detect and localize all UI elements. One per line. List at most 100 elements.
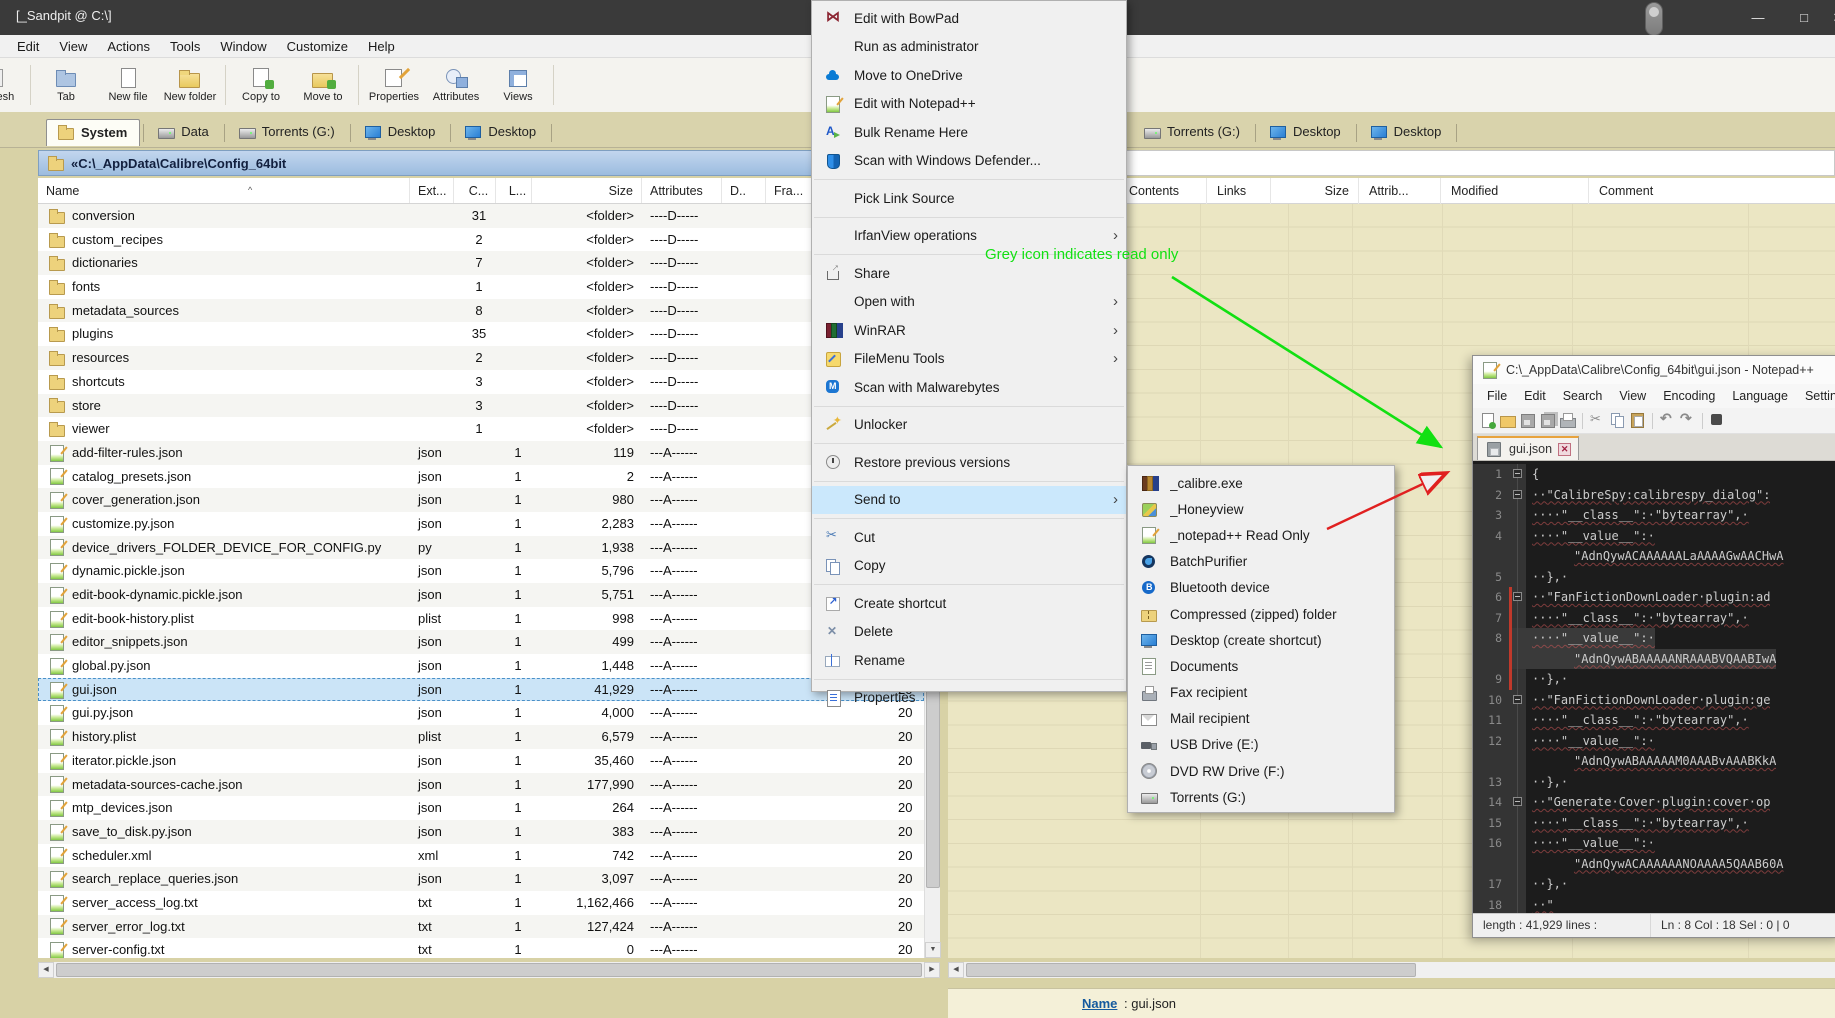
file-row-dynamic-pickle-json[interactable]: dynamic.pickle.json json 1 5,796 ---A------ xyxy=(38,559,924,583)
file-row-metadata-sources[interactable]: metadata_sources 8 <folder> ----D----- xyxy=(38,298,924,323)
fold-box-icon[interactable] xyxy=(1513,489,1522,499)
code-text[interactable]: ····"__class__":·"bytearray",· xyxy=(1526,608,1749,629)
file-row-resources[interactable]: resources 2 <folder> ----D----- xyxy=(38,346,924,370)
column-header-modified[interactable]: Modified xyxy=(1440,178,1498,204)
properties-button[interactable]: Properties xyxy=(363,67,425,103)
column-header-attrib[interactable]: Attrib... xyxy=(1358,178,1409,204)
file-row-conversion[interactable]: conversion 31 <folder> ----D----- xyxy=(38,204,924,228)
notepad-menu-file[interactable]: File xyxy=(1479,387,1515,405)
menu-item-move-to-onedrive[interactable]: Move to OneDrive xyxy=(812,61,1126,90)
menu-item-honeyview[interactable]: _Honeyview xyxy=(1128,496,1394,522)
tab-torrents-g[interactable]: Torrents (G:) xyxy=(228,120,347,146)
column-header-attributes[interactable]: Attributes xyxy=(642,178,722,203)
notepad-menu-view[interactable]: View xyxy=(1611,387,1654,405)
horizontal-scrollbar-left[interactable]: ◀ ▶ xyxy=(38,962,940,978)
file-row-add-filter-rules-json[interactable]: add-filter-rules.json json 1 119 ---A------ xyxy=(38,440,924,465)
print-icon[interactable] xyxy=(1559,412,1576,429)
menu-item-desktop-create-shortcut[interactable]: Desktop (create shortcut) xyxy=(1128,627,1394,653)
scrollbar-thumb[interactable] xyxy=(56,963,922,977)
notepad-menu-settings[interactable]: Settings xyxy=(1797,387,1835,405)
menu-item-dvd-rw-drive-f[interactable]: DVD RW Drive (F:) xyxy=(1128,758,1394,784)
editor-area[interactable]: 1{2 ··"CalibreSpy:calibrespy_dialog": 3 ···… xyxy=(1473,461,1835,915)
column-header-ext[interactable]: Ext... xyxy=(410,178,454,203)
menu-item-calibre-exe[interactable]: _calibre.exe xyxy=(1128,470,1394,496)
file-row-catalog-presets-json[interactable]: catalog_presets.json json 1 2 ---A------ xyxy=(38,465,924,489)
menu-item-open-with[interactable]: Open with › xyxy=(812,288,1126,317)
copy-to-button[interactable]: Copy to xyxy=(230,67,292,103)
code-text[interactable]: ··},· xyxy=(1526,567,1568,588)
file-row-server-config-txt[interactable]: server-config.txt txt 1 0 ---A------ 20 xyxy=(38,938,924,958)
file-row-global-py-json[interactable]: global.py.json json 1 1,448 ---A------ xyxy=(38,654,924,678)
menu-item-unlocker[interactable]: Unlocker xyxy=(812,411,1126,440)
code-text[interactable]: ··},· xyxy=(1526,874,1568,895)
menu-item-bulk-rename-here[interactable]: Bulk Rename Here xyxy=(812,118,1126,147)
minimize-button[interactable]: — xyxy=(1735,0,1781,35)
views-button[interactable]: Views xyxy=(487,67,549,103)
tab-button[interactable]: Tab xyxy=(35,67,97,103)
column-header-comment[interactable]: Comment xyxy=(1588,178,1653,204)
file-row-viewer[interactable]: viewer 1 <folder> ----D----- xyxy=(38,417,924,441)
file-row-gui-py-json[interactable]: gui.py.json json 1 4,000 ---A------ 20 xyxy=(38,701,924,725)
file-row-server-error-log-txt[interactable]: server_error_log.txt txt 1 127,424 ---A-----… xyxy=(38,914,924,939)
column-header-links[interactable]: Links xyxy=(1206,178,1246,204)
menu-item-restore-previous-versions[interactable]: Restore previous versions xyxy=(812,448,1126,477)
save-icon[interactable] xyxy=(1519,412,1536,429)
code-text[interactable]: ····"__class__":·"bytearray",· xyxy=(1526,505,1749,526)
column-header-size[interactable]: Size xyxy=(532,178,642,203)
scroll-left-button[interactable]: ◀ xyxy=(948,962,964,978)
menu-item-properties[interactable]: Properties xyxy=(812,684,1126,713)
file-row-editor-snippets-json[interactable]: editor_snippets.json json 1 499 ---A------ xyxy=(38,630,924,655)
column-header-d[interactable]: D.. xyxy=(722,178,766,203)
menu-item-delete[interactable]: Delete xyxy=(812,618,1126,647)
file-row-shortcuts[interactable]: shortcuts 3 <folder> ----D----- xyxy=(38,370,924,394)
menu-item-edit-with-notepad[interactable]: Edit with Notepad++ xyxy=(812,90,1126,119)
file-row-store[interactable]: store 3 <folder> ----D----- xyxy=(38,393,924,418)
find-icon[interactable] xyxy=(1709,412,1726,429)
code-text[interactable]: { xyxy=(1526,464,1539,485)
copy-icon[interactable] xyxy=(1609,412,1626,429)
notepad-menu-search[interactable]: Search xyxy=(1555,387,1611,405)
code-text[interactable]: ··"Generate·Cover·plugin:cover·op xyxy=(1526,792,1770,813)
file-row-history-plist[interactable]: history.plist plist 1 6,579 ---A------ 20 xyxy=(38,725,924,749)
code-text[interactable]: "AdnQywACAAAAAANOAAAA5QAAB60A xyxy=(1526,854,1784,875)
file-row-plugins[interactable]: plugins 35 <folder> ----D----- xyxy=(38,322,924,346)
code-text[interactable]: "AdnQywACAAAAAALaAAAAGwAACHwA xyxy=(1526,546,1784,567)
tab-close-icon[interactable]: ✕ xyxy=(1558,442,1572,456)
menu-view[interactable]: View xyxy=(50,37,96,56)
scroll-left-button[interactable]: ◀ xyxy=(38,962,54,978)
menu-item-fax-recipient[interactable]: Fax recipient xyxy=(1128,680,1394,706)
notepad-menu-edit[interactable]: Edit xyxy=(1516,387,1554,405)
menu-item-rename[interactable]: Rename xyxy=(812,646,1126,675)
file-row-server-access-log-txt[interactable]: server_access_log.txt txt 1 1,162,466 ---A--… xyxy=(38,891,924,915)
code-text[interactable]: "AdnQywABAAAAANRAAABVQAABIwA xyxy=(1526,648,1777,669)
menu-item-scan-with-windows-defender[interactable]: Scan with Windows Defender... xyxy=(812,147,1126,176)
titlebar-slider-widget[interactable] xyxy=(1645,2,1663,36)
menu-item-torrents-g[interactable]: Torrents (G:) xyxy=(1128,784,1394,810)
new-file-button[interactable]: New file xyxy=(97,67,159,103)
tab-system[interactable]: System xyxy=(46,119,141,146)
open-icon[interactable] xyxy=(1499,412,1516,429)
code-text[interactable]: ····"__value__":· xyxy=(1526,833,1655,854)
file-row-edit-book-history-plist[interactable]: edit-book-history.plist plist 1 998 ---A----… xyxy=(38,607,924,631)
horizontal-scrollbar-right[interactable]: ◀ xyxy=(948,962,1835,978)
column-header-l[interactable]: L... xyxy=(496,178,532,203)
file-row-edit-book-dynamic-pickle-json[interactable]: edit-book-dynamic.pickle.json json 1 5,751 -… xyxy=(38,583,924,607)
refresh-button[interactable]: Refresh xyxy=(0,67,26,103)
menu-window[interactable]: Window xyxy=(211,37,275,56)
menu-item-share[interactable]: Share xyxy=(812,259,1126,288)
code-text[interactable]: ··},· xyxy=(1526,669,1568,690)
file-row-scheduler-xml[interactable]: scheduler.xml xml 1 742 ---A------ 20 xyxy=(38,844,924,868)
saveall-icon[interactable] xyxy=(1539,412,1556,429)
file-row-cover-generation-json[interactable]: cover_generation.json json 1 980 ---A------ xyxy=(38,488,924,512)
scroll-down-button[interactable]: ▼ xyxy=(925,942,941,958)
fold-box-icon[interactable] xyxy=(1513,797,1522,806)
menu-actions[interactable]: Actions xyxy=(98,37,159,56)
column-header-c[interactable]: C... xyxy=(454,178,496,203)
file-row-metadata-sources-cache-json[interactable]: metadata-sources-cache.json json 1 177,990-… xyxy=(38,772,924,797)
file-row-iterator-pickle-json[interactable]: iterator.pickle.json json 1 35,460 ---A-----… xyxy=(38,749,924,773)
menu-item-pick-link-source[interactable]: Pick Link Source xyxy=(812,184,1126,213)
fold-box-icon[interactable] xyxy=(1513,592,1522,601)
code-text[interactable]: ··},· xyxy=(1526,772,1568,793)
column-header-contents[interactable]: Contents xyxy=(1118,178,1179,204)
tab-desktop[interactable]: Desktop xyxy=(1259,120,1353,146)
